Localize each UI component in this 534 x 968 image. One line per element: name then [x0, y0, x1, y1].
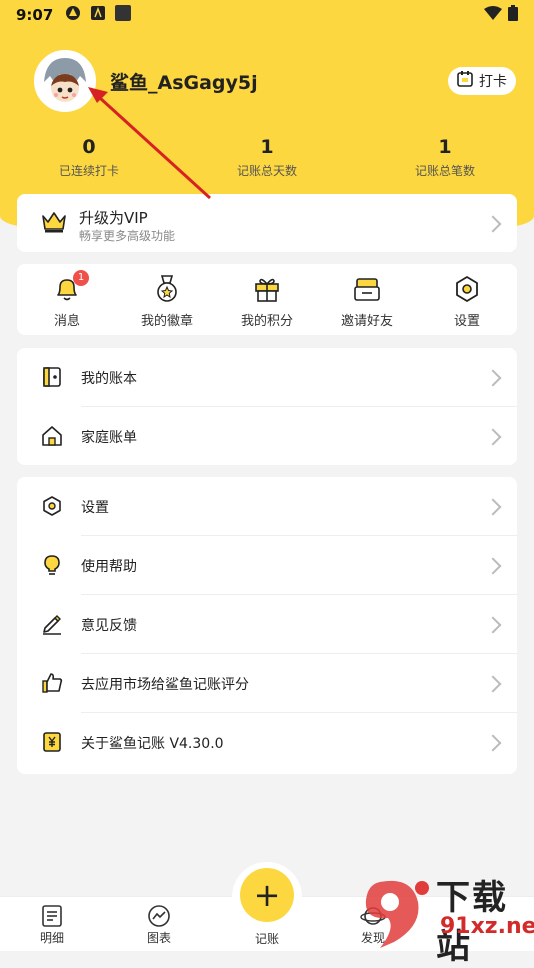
- yen-icon: [41, 731, 65, 755]
- quick-settings[interactable]: 设置: [417, 274, 517, 329]
- watermark-logo-icon: [365, 880, 429, 948]
- menu-row-settings[interactable]: 设置: [17, 477, 517, 536]
- row-label: 关于鲨鱼记账 V4.30.0: [81, 736, 224, 752]
- row-label: 家庭账单: [81, 430, 137, 446]
- quick-label: 邀请好友: [340, 314, 393, 329]
- chevron-right-icon: [484, 215, 502, 233]
- envelope-icon: [317, 274, 417, 304]
- stat-value: 1: [438, 136, 452, 158]
- nav-label: 明细: [39, 931, 64, 945]
- bell-icon: 1: [17, 270, 117, 304]
- lightbulb-icon: [41, 554, 65, 578]
- stat-value: 1: [260, 136, 274, 158]
- calendar-check-icon: [457, 71, 473, 91]
- plus-icon: +: [253, 876, 281, 914]
- stats-row: 0 已连续打卡 1 记账总天数 1 记账总笔数: [0, 136, 534, 186]
- chevron-right-icon: [484, 616, 502, 634]
- house-icon: [41, 425, 65, 449]
- nav-detail[interactable]: 明细: [22, 903, 82, 946]
- nav-label: 图表: [146, 931, 171, 945]
- watermark-url: 91xz.net: [440, 914, 534, 939]
- vip-title: 升级为VIP: [79, 209, 148, 227]
- stat-records[interactable]: 1 记账总笔数: [375, 136, 515, 179]
- books-card: 我的账本 家庭账单: [17, 348, 517, 465]
- status-bar: 9:07: [0, 0, 534, 30]
- menu-row-help[interactable]: 使用帮助: [17, 536, 517, 595]
- status-time: 9:07: [16, 6, 54, 24]
- chevron-right-icon: [484, 498, 502, 516]
- book-icon: [41, 366, 65, 390]
- row-label: 使用帮助: [81, 559, 137, 575]
- menu-row-rate[interactable]: 去应用市场给鲨鱼记账评分: [17, 654, 517, 713]
- quick-label: 消息: [53, 314, 80, 329]
- chevron-right-icon: [484, 557, 502, 575]
- quick-points[interactable]: 我的积分: [217, 274, 317, 329]
- avatar[interactable]: [34, 50, 96, 112]
- gear-icon: [41, 495, 65, 519]
- list-icon: [22, 903, 82, 929]
- vip-subtitle: 畅享更多高级功能: [79, 229, 176, 243]
- notification-square-icon: [115, 5, 132, 25]
- stat-label: 记账总天数: [236, 164, 297, 178]
- row-label: 去应用市场给鲨鱼记账评分: [81, 677, 249, 693]
- stat-streak[interactable]: 0 已连续打卡: [19, 136, 159, 179]
- vip-card[interactable]: 升级为VIP 畅享更多高级功能: [17, 194, 517, 252]
- stat-label: 已连续打卡: [58, 164, 119, 178]
- message-badge: 1: [73, 270, 89, 286]
- quick-invite[interactable]: 邀请好友: [317, 274, 417, 329]
- checkin-button[interactable]: 打卡: [448, 67, 516, 95]
- chevron-right-icon: [484, 675, 502, 693]
- menu-row-family-bills[interactable]: 家庭账单: [17, 407, 517, 466]
- record-label: 记账: [254, 932, 279, 946]
- pencil-icon: [41, 613, 65, 637]
- watermark: 下载站 91xz.net: [358, 868, 534, 967]
- stat-value: 0: [82, 136, 96, 158]
- medal-icon: [117, 274, 217, 304]
- quick-label: 我的积分: [240, 314, 293, 329]
- nav-chart[interactable]: 图表: [129, 903, 189, 946]
- quick-messages[interactable]: 1 消息: [17, 270, 117, 329]
- checkin-label: 打卡: [479, 74, 507, 90]
- chevron-right-icon: [484, 734, 502, 752]
- row-label: 我的账本: [81, 371, 137, 387]
- crown-icon: [41, 210, 67, 238]
- quick-label: 我的徽章: [140, 314, 193, 329]
- vpn-icon: [65, 5, 81, 25]
- stat-label: 记账总笔数: [414, 164, 475, 178]
- thumbs-up-icon: [41, 672, 65, 696]
- add-record-button[interactable]: +: [240, 868, 294, 922]
- gift-icon: [217, 274, 317, 304]
- menu-row-my-books[interactable]: 我的账本: [17, 348, 517, 407]
- chart-icon: [129, 903, 189, 929]
- gear-icon: [417, 274, 517, 304]
- username[interactable]: 鲨鱼_AsGagy5j: [110, 68, 258, 95]
- menu-row-feedback[interactable]: 意见反馈: [17, 595, 517, 654]
- menu-card: 设置 使用帮助 意见反馈 去应用市场给鲨鱼记账评分 关于鲨鱼记账 V4.30.0: [17, 477, 517, 774]
- chevron-right-icon: [484, 369, 502, 387]
- notification-a-icon: [91, 6, 106, 24]
- row-label: 设置: [81, 500, 109, 516]
- quick-label: 设置: [453, 314, 480, 329]
- wifi-icon: [484, 6, 502, 24]
- row-label: 意见反馈: [81, 618, 137, 634]
- chevron-right-icon: [484, 428, 502, 446]
- quick-actions-card: 1 消息 我的徽章 我的积分 邀请好友 设置: [17, 264, 517, 335]
- quick-badges[interactable]: 我的徽章: [117, 274, 217, 329]
- stat-days[interactable]: 1 记账总天数: [197, 136, 337, 179]
- menu-row-about[interactable]: 关于鲨鱼记账 V4.30.0: [17, 713, 517, 772]
- battery-icon: [508, 5, 518, 25]
